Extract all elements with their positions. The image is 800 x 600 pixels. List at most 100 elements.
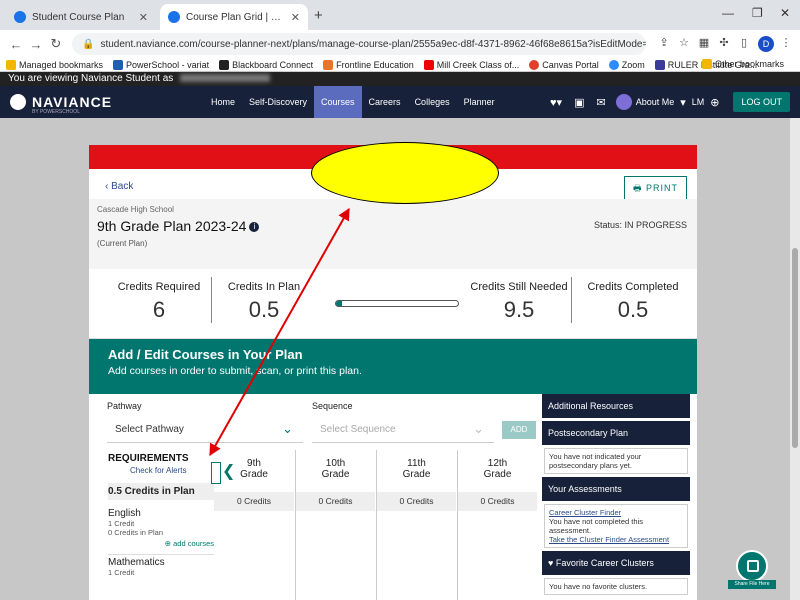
grade-header: 10th Grade — [321, 458, 350, 480]
sequence-select[interactable]: Select Sequence ⌄ — [312, 417, 494, 443]
close-tab-icon[interactable]: ✕ — [139, 11, 148, 24]
course-plan-card: ‹ Back 🖶 PRINT Cascade High School 9th G… — [89, 145, 697, 600]
subject-credit: 1 Credit — [108, 568, 135, 577]
bookmark-item[interactable]: Blackboard Connect — [219, 59, 313, 70]
additional-resources-header: Additional Resources — [542, 394, 690, 418]
nav-home[interactable]: Home — [204, 86, 242, 118]
bookmark-star-icon[interactable]: ☆ — [676, 36, 692, 52]
bookmark-item[interactable]: Managed bookmarks — [6, 59, 103, 70]
printer-icon: 🖶 — [633, 183, 646, 193]
heart-icon: ♥ — [548, 558, 556, 568]
user-avatar[interactable] — [615, 94, 632, 110]
back-link[interactable]: ‹ Back — [105, 181, 133, 192]
cluster-finder-link[interactable]: Take the Cluster Finder Assessment — [549, 535, 683, 544]
address-toolbar: ← → ↻ 🔒 student.naviance.com/course-plan… — [0, 30, 800, 58]
main-nav: Home Self-Discovery Courses Careers Coll… — [204, 86, 502, 118]
sequence-label: Sequence — [312, 401, 353, 411]
share-file-fab[interactable]: Share File Here — [728, 550, 776, 589]
bookmark-item[interactable]: PowerSchool - variat — [113, 59, 209, 70]
other-bookmarks[interactable]: Other bookmarks — [701, 59, 784, 69]
grade-column-12: 12th Grade 0 Credits — [457, 450, 537, 600]
cluster-finder-title[interactable]: Career Cluster Finder — [549, 508, 683, 517]
status-text: Status: IN PROGRESS — [593, 220, 687, 230]
grade-credits: 0 Credits — [377, 492, 456, 511]
credits-in-plan-value: 0.5 — [248, 297, 280, 322]
nav-right: ♥▾ ▣ ✉ About Me ▾ LM ⊕ LOG OUT — [544, 92, 790, 112]
credits-completed-label: Credits Completed — [587, 281, 679, 293]
url-bar[interactable]: 🔒 student.naviance.com/course-planner-ne… — [72, 33, 646, 55]
resources-sidebar: Additional Resources Postsecondary Plan … — [542, 394, 690, 600]
grade-credits: 0 Credits — [458, 492, 537, 511]
favorite-clusters-header[interactable]: ♥ Favorite Career Clusters — [542, 551, 690, 575]
credits-completed-value: 0.5 — [617, 297, 649, 322]
divider — [211, 277, 212, 323]
profile-avatar[interactable]: D — [758, 36, 774, 52]
forward-arrow-icon[interactable]: → — [26, 37, 46, 52]
pathway-value: Select Pathway — [115, 424, 184, 435]
new-tab-icon[interactable]: + — [314, 7, 323, 24]
nav-planner[interactable]: Planner — [457, 86, 502, 118]
favorite-clusters-body: You have no favorite clusters. — [544, 578, 688, 595]
pathway-label: Pathway — [107, 401, 142, 411]
redacted-name — [180, 74, 271, 83]
requirement-english: English 1 Credit 0 Credits in Plan ⊕ add… — [108, 508, 214, 548]
share-icon[interactable]: ⇪ — [656, 36, 672, 52]
bookmark-item[interactable]: Frontline Education — [323, 59, 414, 70]
naviance-favicon-icon — [14, 11, 26, 23]
bookmarks-bar: Managed bookmarks PowerSchool - variat B… — [0, 58, 800, 72]
info-icon[interactable]: i — [249, 222, 260, 233]
logout-button[interactable]: LOG OUT — [733, 92, 790, 112]
check-alerts-link[interactable]: Check for Alerts — [108, 466, 214, 475]
credits-still-needed: Credits Still Needed 9.5 — [469, 281, 569, 323]
language-icon[interactable]: ⊕ — [710, 96, 719, 109]
subject-name: Mathematics — [108, 557, 165, 568]
page-scrollbar[interactable] — [790, 118, 800, 600]
naviance-logo-icon — [10, 94, 26, 110]
add-button[interactable]: ADD — [502, 421, 536, 439]
nav-colleges[interactable]: Colleges — [408, 86, 457, 118]
window-close-icon[interactable]: ✕ — [780, 6, 790, 20]
mail-icon[interactable]: ✉ — [596, 96, 605, 109]
puzzle-icon[interactable]: ✣ — [716, 36, 732, 52]
chevron-down-icon[interactable]: ▾ — [680, 96, 686, 109]
kebab-menu-icon[interactable]: ⋮ — [778, 36, 794, 52]
plan-editor: Pathway Select Pathway ⌄ Sequence Select… — [89, 394, 697, 600]
reload-icon[interactable]: ↻ — [46, 36, 66, 52]
credits-completed: Credits Completed 0.5 — [583, 281, 683, 323]
postsecondary-plan-header[interactable]: Postsecondary Plan — [542, 421, 690, 445]
chat-icon[interactable]: ▣ — [574, 96, 584, 109]
naviance-logo[interactable]: NAVIANCE — [10, 94, 112, 110]
bookmark-item[interactable]: Mill Creek Class of... — [423, 59, 519, 70]
subject-name: English — [108, 508, 141, 519]
current-plan-label: (Current Plan) — [97, 239, 148, 248]
plan-header: Cascade High School 9th Grade Plan 2023-… — [89, 199, 697, 269]
viewing-as-banner: You are viewing Naviance Student as — [0, 72, 800, 86]
maximize-icon[interactable]: ❐ — [752, 6, 763, 20]
extension-icon[interactable]: ▦ — [696, 36, 712, 52]
bookmark-item[interactable]: Zoom — [608, 59, 645, 70]
bookmark-item[interactable]: Canvas Portal — [529, 59, 599, 70]
logo-subtitle: BY POWERSCHOOL — [32, 109, 80, 115]
yellow-redaction-ellipse — [311, 142, 499, 204]
pathway-select[interactable]: Select Pathway ⌄ — [107, 417, 303, 443]
add-courses-link[interactable]: ⊕ add courses — [108, 539, 214, 548]
sidepanel-icon[interactable]: ▯ — [736, 36, 752, 52]
your-assessments-header[interactable]: Your Assessments — [542, 477, 690, 501]
about-me-menu[interactable]: About Me — [636, 97, 675, 107]
scrollbar-thumb[interactable] — [792, 248, 798, 448]
nav-careers[interactable]: Careers — [362, 86, 408, 118]
user-initials[interactable]: LM — [692, 97, 705, 107]
favorites-heart-icon[interactable]: ♥▾ — [550, 96, 562, 109]
browser-tab-student-course-plan[interactable]: Student Course Plan ✕ — [6, 4, 156, 30]
minimize-icon[interactable]: — — [722, 6, 734, 20]
chevron-down-icon: ⌄ — [473, 421, 484, 436]
close-tab-icon[interactable]: ✕ — [291, 11, 300, 24]
add-courses-banner: Add / Edit Courses in Your Plan Add cour… — [89, 339, 697, 394]
grade-grid: ❮ 9th Grade 0 Credits 10th Grade 0 Credits… — [211, 450, 537, 600]
credits-needed-label: Credits Still Needed — [470, 281, 568, 293]
back-arrow-icon[interactable]: ← — [6, 37, 26, 52]
nav-courses[interactable]: Courses — [314, 86, 362, 118]
grade-header: 12th Grade — [483, 458, 512, 480]
browser-tab-course-plan-grid[interactable]: Course Plan Grid | Manage Course... ✕ — [160, 4, 308, 30]
nav-self-discovery[interactable]: Self-Discovery — [242, 86, 314, 118]
